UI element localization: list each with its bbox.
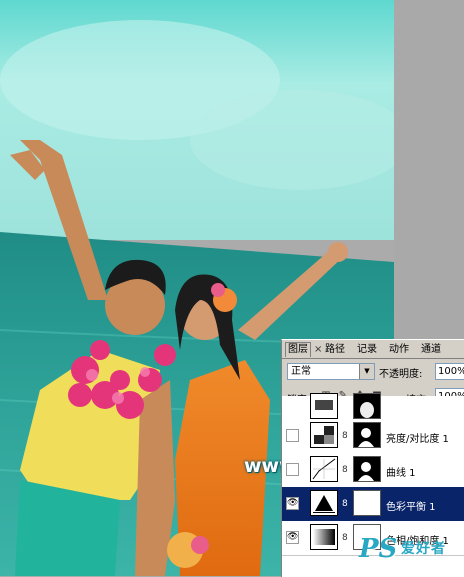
link-icon: 8 [342, 499, 348, 509]
visibility-toggle[interactable] [286, 463, 299, 476]
layer-name: 亮度/对比度 1 [386, 434, 449, 445]
logo-ps: PS [359, 534, 398, 564]
layer-row[interactable]: 8 曲线 1 [282, 453, 464, 488]
eye-icon[interactable]: 👁 [286, 497, 299, 510]
layer-name: 曲线 1 [386, 468, 416, 479]
eye-icon[interactable]: 👁 [286, 531, 299, 544]
link-icon: 8 [342, 465, 348, 475]
layer-mask-thumbnail [353, 393, 381, 419]
layer-mask-thumbnail [353, 456, 381, 482]
layer-mask-thumbnail [353, 422, 381, 448]
layer-mask-thumbnail [353, 490, 381, 516]
close-icon[interactable]: × [314, 343, 322, 357]
color-balance-icon [310, 490, 338, 516]
layer-row[interactable]: 8 亮度/对比度 1 [282, 419, 464, 454]
tab-actions[interactable]: 动作 [389, 343, 409, 357]
hue-saturation-icon [310, 524, 338, 550]
blend-mode-value: 正常 [291, 366, 311, 377]
tab-history[interactable]: 记录 [357, 343, 377, 357]
link-icon: 8 [342, 533, 348, 543]
tab-paths[interactable]: 路径 [325, 343, 345, 357]
layer-name: 色彩平衡 1 [386, 502, 436, 513]
site-logo: PS 爱好者 www.psahz.com [355, 532, 464, 576]
blend-mode-select[interactable]: 正常 ▼ [287, 363, 375, 380]
opacity-field[interactable]: 100% [435, 363, 464, 380]
tab-layers[interactable]: 图层 [285, 342, 311, 357]
logo-url: www.psahz.com [395, 559, 460, 568]
adjustment-icon [310, 393, 338, 419]
opacity-label: 不透明度: [379, 369, 423, 380]
link-icon: 8 [342, 431, 348, 441]
layer-row[interactable] [282, 393, 464, 420]
curves-icon [310, 456, 338, 482]
visibility-toggle[interactable] [286, 429, 299, 442]
logo-cn: 爱好者 [401, 541, 446, 557]
tab-channels[interactable]: 通道 [421, 343, 441, 357]
chevron-down-icon[interactable]: ▼ [359, 364, 374, 379]
panel-tabs: 图层 × 路径 记录 动作 通道 [282, 340, 464, 359]
brightness-contrast-icon [310, 422, 338, 448]
layer-row-selected[interactable]: 👁 8 色彩平衡 1 [282, 487, 464, 522]
